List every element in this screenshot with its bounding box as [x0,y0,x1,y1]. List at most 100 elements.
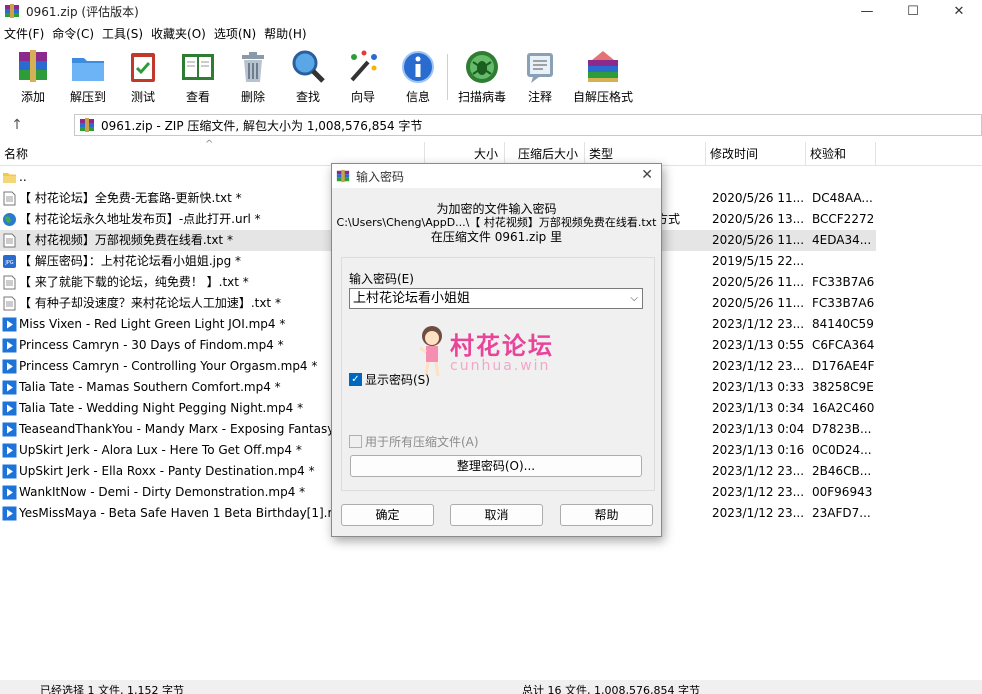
text-file-icon [2,233,17,248]
virus-scan-button[interactable]: 扫描病毒 [452,48,512,105]
menu-favorites[interactable]: 收藏夹(O) [147,25,210,42]
text-file-icon [2,191,17,206]
password-label: 输入密码(E) [349,272,414,286]
file-name: 【 村花论坛永久地址发布页】-点此打开.url * [19,212,261,226]
file-name: 【 村花论坛】全免费-无套路-更新快.txt * [19,191,242,205]
view-label: 查看 [185,90,210,104]
comment-label: 注释 [527,90,552,104]
file-modified: 2019/5/15 22... [712,254,805,268]
status-total: 总计 16 文件, 1,008,576,854 字节 [522,684,700,694]
show-password-label: 显示密码(S) [365,373,430,387]
window-title: 0961.zip (评估版本) [26,4,139,19]
video-file-icon [2,464,17,479]
file-name: .. [19,170,27,184]
up-arrow-icon[interactable]: ↑ [8,116,26,134]
wizard-button[interactable]: 向导 [333,48,393,105]
extract-folder-icon [72,58,104,81]
sfx-label: 自解压格式 [573,90,634,104]
extract-to-button[interactable]: 解压到 [58,48,118,105]
file-crc: 0C0D24... [812,443,872,457]
menu-help[interactable]: 帮助(H) [260,25,310,42]
file-crc: D176AE4F [812,359,875,373]
watermark: 村花论坛 cunhua.win [416,322,576,382]
find-button[interactable]: 查找 [278,48,338,105]
info-icon [402,51,434,83]
file-modified: 2023/1/13 0:04 [712,422,805,436]
password-value: 上村花论坛看小姐姐 [353,291,471,306]
column-crc[interactable]: 校验和 [806,142,876,166]
dialog-title: 输入密码 [356,169,405,184]
use-for-all-label: 用于所有压缩文件(A) [365,435,479,449]
minimize-button[interactable]: — [844,0,890,22]
delete-label: 删除 [240,90,265,104]
title-bar: 0961.zip (评估版本) — ☐ ✕ [0,0,982,22]
sfx-archive-icon [588,51,618,82]
dialog-close-icon[interactable]: ✕ [641,167,653,183]
delete-button[interactable]: 删除 [223,48,283,105]
show-password-checkbox[interactable]: ✓ 显示密码(S) [349,371,430,388]
menu-tools[interactable]: 工具(S) [98,25,147,42]
menu-bar: 文件(F) 命令(C) 工具(S) 收藏夹(O) 选项(N) 帮助(H) [0,22,982,44]
toolbar: 添加 解压到 测试 查看 删除 查找 向导 信息 扫描病毒 注释 自解压格式 [0,46,982,108]
file-crc: 16A2C460 [812,401,875,415]
file-crc: 38258C9E [812,380,874,394]
file-modified: 2020/5/26 11... [712,275,805,289]
trash-icon [242,52,264,82]
test-clipboard-icon [131,53,155,82]
file-modified: 2023/1/12 23... [712,506,805,520]
video-file-icon [2,338,17,353]
text-file-icon [2,296,17,311]
virus-scan-label: 扫描病毒 [457,90,506,104]
video-file-icon [2,380,17,395]
winrar-app-icon [5,4,19,18]
column-modified[interactable]: 修改时间 [706,142,806,166]
ok-button[interactable]: 确定 [341,504,434,526]
file-name: 【 村花视频】万部视频免费在线看.txt * [19,233,233,247]
cancel-button[interactable]: 取消 [450,504,543,526]
file-modified: 2023/1/12 23... [712,464,805,478]
help-button[interactable]: 帮助 [560,504,653,526]
checkbox-checked-icon: ✓ [349,373,362,386]
sfx-button[interactable]: 自解压格式 [573,48,633,105]
file-modified: 2023/1/12 23... [712,359,805,373]
video-file-icon [2,422,17,437]
image-file-icon: JPG [2,254,17,269]
path-field[interactable]: 0961.zip - ZIP 压缩文件, 解包大小为 1,008,576,854… [74,114,982,136]
menu-commands[interactable]: 命令(C) [48,25,98,42]
comment-button[interactable]: 注释 [510,48,570,105]
maximize-button[interactable]: ☐ [890,0,936,22]
magnifier-icon [292,50,325,83]
text-file-icon [2,275,17,290]
file-modified: 2020/5/26 13... [712,212,805,226]
find-label: 查找 [295,90,320,104]
toolbar-separator [447,54,448,100]
file-modified: 2023/1/13 0:33 [712,380,805,394]
file-modified: 2023/1/12 23... [712,485,805,499]
file-name: Princess Camryn - Controlling Your Orgas… [19,359,318,373]
file-name: Talia Tate - Wedding Night Pegging Night… [19,401,304,415]
menu-options[interactable]: 选项(N) [210,25,260,42]
close-window-button[interactable]: ✕ [936,0,982,22]
magic-wand-icon [350,50,377,82]
file-name: WankItNow - Demi - Dirty Demonstration.m… [19,485,306,499]
info-button[interactable]: 信息 [388,48,448,105]
organize-passwords-button[interactable]: 整理密码(O)... [350,455,642,477]
chevron-down-icon[interactable]: ⌵ [630,289,638,308]
file-modified: 2020/5/26 11... [712,191,805,205]
menu-file[interactable]: 文件(F) [0,25,48,42]
dialog-message-line2: C:\Users\Cheng\AppD...\【 村花视频】万部视频免费在线看.… [336,216,657,229]
path-text: 0961.zip - ZIP 压缩文件, 解包大小为 1,008,576,854… [101,118,423,133]
file-modified: 2023/1/13 0:34 [712,401,805,415]
video-file-icon [2,317,17,332]
status-selected: 已经选择 1 文件, 1,152 字节 [40,684,184,694]
file-modified: 2023/1/12 23... [712,317,805,331]
test-button[interactable]: 测试 [113,48,173,105]
use-for-all-checkbox[interactable]: 用于所有压缩文件(A) [349,433,479,450]
add-button[interactable]: 添加 [3,48,63,105]
view-button[interactable]: 查看 [168,48,228,105]
wizard-label: 向导 [350,90,375,104]
checkbox-unchecked-icon [349,435,362,448]
password-input[interactable]: 上村花论坛看小姐姐 ⌵ [349,288,643,309]
folder-icon [2,170,17,185]
file-name: UpSkirt Jerk - Alora Lux - Here To Get O… [19,443,302,457]
